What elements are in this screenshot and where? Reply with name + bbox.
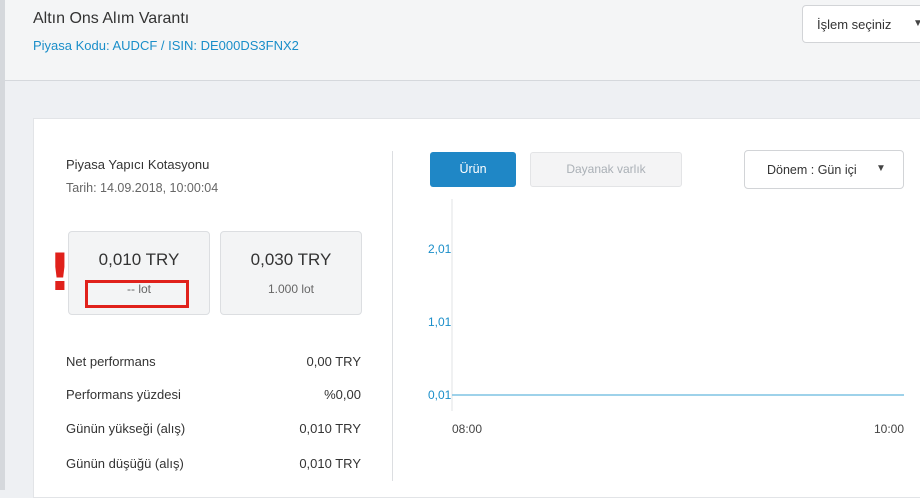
product-tab-button[interactable]: Ürün — [430, 152, 516, 187]
ask-price: 0,030 TRY — [250, 250, 332, 269]
ask-lot: 1.000 lot — [267, 282, 315, 296]
stat-row-day-high: Günün yükseği (alış) 0,010 TRY — [66, 421, 361, 436]
stat-label: Net performans — [66, 354, 156, 369]
market-code-subtitle: Piyasa Kodu: AUDCF / ISIN: DE000DS3FNX2 — [33, 38, 299, 53]
y-tick-label: 0,01 — [428, 388, 452, 402]
chevron-down-icon: ▼ — [913, 18, 920, 29]
price-chart: 2,01 1,01 0,01 08:00 10:00 — [428, 199, 904, 436]
stat-value: 0,010 TRY — [299, 421, 361, 436]
stat-row-net-performance: Net performans 0,00 TRY — [66, 354, 361, 369]
y-tick-label: 2,01 — [428, 242, 452, 256]
stat-value: 0,010 TRY — [299, 456, 361, 471]
highlight-box — [85, 280, 189, 308]
stat-label: Günün düşüğü (alış) — [66, 456, 184, 471]
page-header: Altın Ons Alım Varantı Piyasa Kodu: AUDC… — [5, 0, 920, 81]
action-select-dropdown[interactable]: İşlem seçiniz ▼ — [802, 5, 920, 43]
stat-value: 0,00 TRY — [306, 354, 361, 369]
action-select-label: İşlem seçiniz — [817, 17, 892, 32]
stat-row-day-low: Günün düşüğü (alış) 0,010 TRY — [66, 456, 361, 471]
quote-date: Tarih: 14.09.2018, 10:00:04 — [66, 181, 219, 195]
ask-quote-box[interactable]: 0,030 TRY 1.000 lot — [220, 231, 362, 315]
x-tick-label: 08:00 — [452, 422, 482, 436]
underlying-asset-button[interactable]: Dayanak varlık — [530, 152, 682, 187]
period-dropdown[interactable]: Dönem : Gün içi ▼ — [744, 150, 904, 189]
stat-label: Performans yüzdesi — [66, 387, 181, 402]
main-card: Piyasa Yapıcı Kotasyonu Tarih: 14.09.201… — [33, 118, 920, 498]
y-tick-label: 1,01 — [428, 315, 452, 329]
stat-value: %0,00 — [324, 387, 361, 402]
stat-label: Günün yükseği (alış) — [66, 421, 186, 436]
chevron-down-icon: ▼ — [876, 163, 886, 174]
panel-divider — [392, 151, 393, 481]
page-title: Altın Ons Alım Varantı — [33, 10, 190, 27]
stat-row-performance-percent: Performans yüzdesi %0,00 — [66, 387, 361, 402]
x-tick-label: 10:00 — [874, 422, 904, 436]
exclamation-icon: ! — [48, 243, 72, 303]
period-label: Dönem : Gün içi — [767, 163, 857, 177]
market-maker-title: Piyasa Yapıcı Kotasyonu — [66, 157, 210, 172]
bid-price: 0,010 TRY — [98, 250, 180, 269]
